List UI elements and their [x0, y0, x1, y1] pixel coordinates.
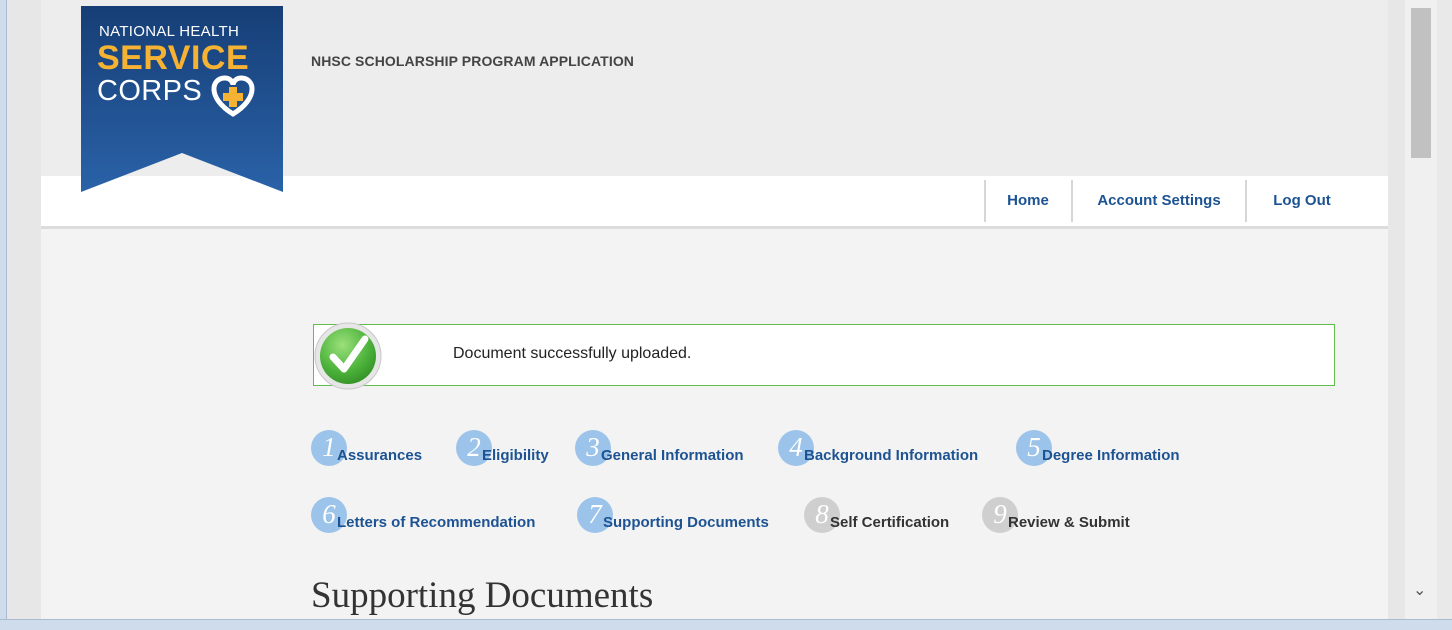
- scrollbar-gutter: [1437, 0, 1452, 619]
- app-title: NHSC SCHOLARSHIP PROGRAM APPLICATION: [311, 53, 635, 69]
- step-label: Assurances: [337, 447, 423, 464]
- step-label: Background Information: [804, 447, 979, 464]
- step-label: Supporting Documents: [603, 514, 769, 531]
- logo-line-service: SERVICE: [97, 39, 250, 77]
- scrollbar-thumb[interactable]: [1411, 8, 1431, 158]
- step-label: General Information: [601, 447, 744, 464]
- logo-line-corps: CORPS: [97, 75, 203, 107]
- vertical-scrollbar[interactable]: [1405, 0, 1452, 619]
- checkmark-icon: [313, 321, 383, 391]
- nav-home-link[interactable]: Home: [984, 180, 1070, 222]
- window-frame-left: [0, 0, 7, 629]
- nav-log-out-link[interactable]: Log Out: [1245, 180, 1357, 222]
- window-frame-bottom: [0, 619, 1452, 630]
- success-alert: Document successfully uploaded.: [313, 324, 1335, 386]
- step-label: Degree Information: [1042, 447, 1180, 464]
- nav-account-settings-link[interactable]: Account Settings: [1071, 180, 1245, 222]
- page: NHSC SCHOLARSHIP PROGRAM APPLICATION Hom…: [41, 0, 1388, 619]
- alert-message: Document successfully uploaded.: [453, 345, 692, 362]
- logo-line-national-health: NATIONAL HEALTH: [99, 23, 240, 40]
- step-label: Self Certification: [830, 514, 950, 531]
- step-label: Letters of Recommendation: [337, 514, 536, 531]
- step-label: Review & Submit: [1008, 514, 1130, 531]
- section-title: Supporting Documents: [311, 575, 654, 616]
- nhsc-logo[interactable]: NATIONAL HEALTH SERVICE CORPS: [81, 6, 283, 192]
- chevron-down-icon[interactable]: ⌄: [1413, 580, 1426, 600]
- step-label: Eligibility: [482, 447, 549, 464]
